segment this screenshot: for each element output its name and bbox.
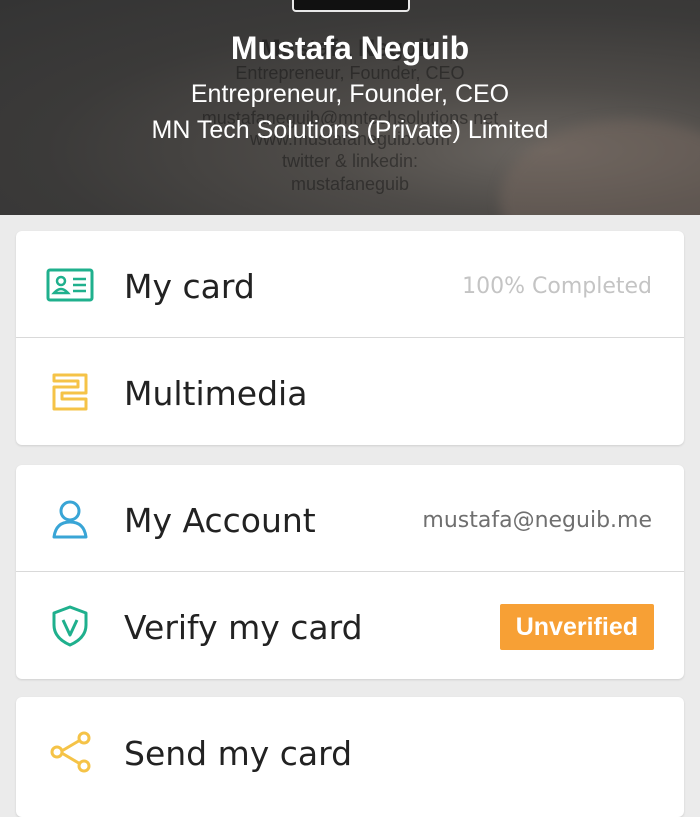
menu-item-label: Send my card: [124, 734, 353, 773]
share-icon: [46, 731, 94, 773]
profile-header: Mustafa Neguib Entrepreneur, Founder, CE…: [0, 0, 700, 215]
menu-item-verify[interactable]: Verify my card Unverified: [16, 572, 684, 679]
account-email: mustafa@neguib.me: [422, 508, 652, 533]
menu-item-label: My Account: [124, 501, 316, 540]
menu-item-label: My card: [124, 267, 255, 306]
menu-item-my-account[interactable]: My Account mustafa@neguib.me: [16, 465, 684, 572]
multimedia-icon: [46, 371, 94, 413]
menu-item-label: Multimedia: [124, 374, 308, 413]
share-group: Send my card: [16, 697, 684, 817]
menu-item-my-card[interactable]: My card 100% Completed: [16, 231, 684, 338]
profile-role: Entrepreneur, Founder, CEO: [190, 80, 510, 108]
verification-status-badge: Unverified: [499, 604, 654, 650]
profile-company: MN Tech Solutions (Private) Limited: [151, 116, 549, 144]
menu-item-multimedia[interactable]: Multimedia: [16, 338, 684, 445]
account-group: My Account mustafa@neguib.me Verify my c…: [16, 465, 684, 679]
user-icon: [46, 498, 94, 540]
top-tab-handle[interactable]: [292, 0, 410, 12]
completion-status: 100% Completed: [462, 274, 652, 299]
menu-item-send-card[interactable]: Send my card: [16, 697, 684, 804]
menu-item-label: Verify my card: [124, 608, 363, 647]
card-group: My card 100% Completed Multimedia: [16, 231, 684, 445]
profile-name: Mustafa Neguib: [230, 30, 470, 66]
shield-v-icon: [46, 605, 94, 647]
id-card-icon: [46, 264, 94, 306]
